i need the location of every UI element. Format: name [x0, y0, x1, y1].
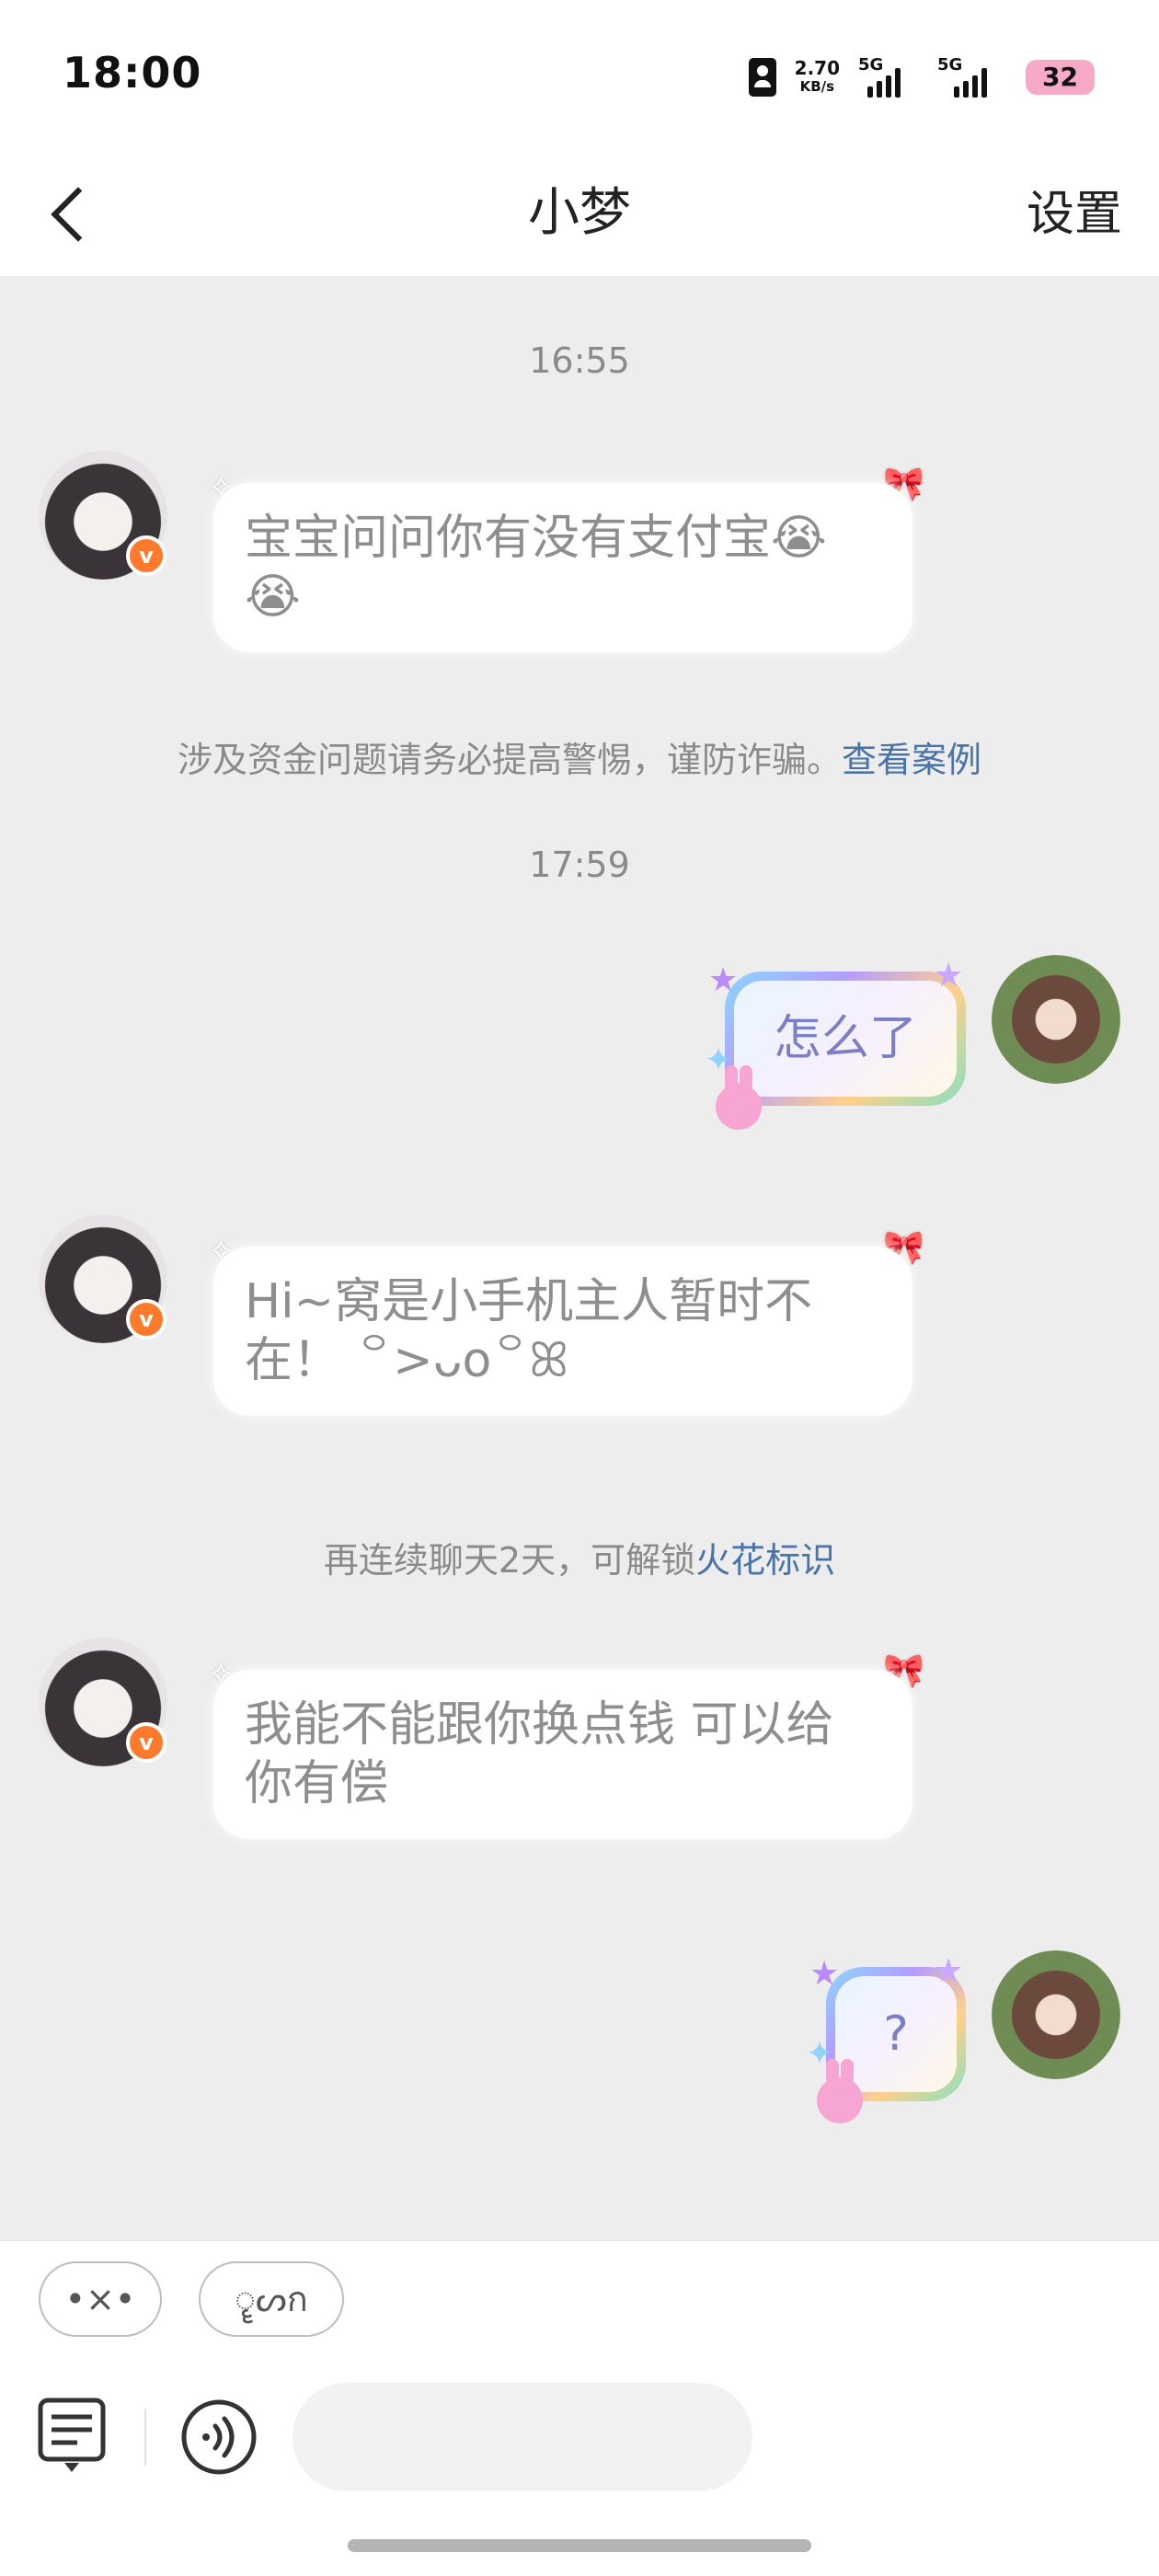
signal-2-label: 5G — [937, 55, 963, 75]
verified-v-icon: v — [126, 535, 166, 576]
signal-bar — [981, 68, 988, 98]
signal-strength-icon: 5G — [937, 55, 1007, 98]
chat-messages[interactable]: 16:55 v ✧ 🎀 宝宝问问你有没有支付宝😭😭 涉及资金问题请务必提高警惕，… — [0, 276, 1159, 2240]
safety-notice: 涉及资金问题请务必提高警惕，谨防诈骗。查看案例 — [0, 731, 1159, 782]
status-time: 18:00 — [63, 48, 202, 98]
message-bubble-incoming[interactable]: 宝宝问问你有没有支付宝😭😭 — [213, 483, 912, 652]
signal-bar — [886, 75, 892, 98]
signal-bar — [963, 81, 970, 98]
message-bubble-outgoing[interactable]: 怎么了 — [729, 976, 961, 1101]
verified-v-icon: v — [126, 1722, 166, 1763]
bunny-icon — [716, 1065, 762, 1130]
verified-v-icon: v — [126, 1299, 166, 1340]
spark-badge-link[interactable]: 火花标识 — [695, 1540, 835, 1581]
message-bubble-incoming[interactable]: Hi~窝是小手机主人暂时不在！ ꒪>ᴗo꒪ꕤ — [213, 1247, 912, 1416]
timestamp: 17:59 — [529, 845, 630, 885]
message-bubble-incoming[interactable]: 我能不能跟你换点钱 可以给你有偿 — [213, 1670, 912, 1839]
signal-bar — [895, 68, 901, 98]
network-speed: 2.70 KB/s — [795, 59, 840, 96]
signal-strength-icon: 5G — [858, 55, 919, 98]
streak-notice-text: 再连续聊天2天，可解锁 — [323, 1540, 696, 1581]
signal-bar — [867, 86, 874, 98]
star-icon: ★ — [809, 1955, 840, 1993]
bunny-icon — [817, 2059, 863, 2123]
signal-bar — [972, 75, 979, 98]
star-icon: ★ — [708, 961, 739, 999]
network-speed-value: 2.70 — [794, 57, 841, 79]
chevron-left-icon[interactable] — [37, 175, 101, 248]
star-icon: ★ — [934, 957, 964, 995]
timestamp: 16:55 — [529, 340, 630, 381]
message-input[interactable] — [293, 2383, 752, 2491]
status-bar: 18:00 2.70 KB/s 5G 5G 32 — [0, 0, 1159, 147]
settings-button[interactable]: 设置 — [1027, 175, 1122, 244]
home-indicator[interactable] — [348, 2539, 811, 2552]
voice-icon[interactable] — [180, 2398, 258, 2476]
quick-reply-chip[interactable]: ॄᔕก — [199, 2261, 344, 2337]
message-list-icon[interactable] — [37, 2397, 107, 2476]
safety-notice-text: 涉及资金问题请务必提高警惕，谨防诈骗。 — [177, 740, 842, 780]
signal-1-label: 5G — [858, 55, 884, 75]
signal-bar — [954, 86, 960, 98]
my-avatar[interactable] — [992, 1950, 1120, 2079]
contact-card-icon — [748, 58, 776, 97]
battery-indicator: 32 — [1026, 60, 1095, 95]
streak-notice: 再连续聊天2天，可解锁火花标识 — [0, 1532, 1159, 1582]
quick-reply-chip[interactable]: •×• — [39, 2261, 162, 2337]
contact-name: 小梦 — [528, 183, 631, 243]
my-avatar[interactable] — [992, 955, 1120, 1084]
chat-header: 小梦 设置 — [0, 147, 1159, 276]
status-icons: 2.70 KB/s 5G 5G 32 — [748, 50, 1095, 105]
network-speed-unit: KB/s — [799, 78, 835, 95]
view-cases-link[interactable]: 查看案例 — [842, 740, 981, 780]
star-icon: ★ — [934, 1952, 964, 1990]
signal-bar — [877, 81, 883, 98]
toolbar-divider — [144, 2409, 146, 2466]
